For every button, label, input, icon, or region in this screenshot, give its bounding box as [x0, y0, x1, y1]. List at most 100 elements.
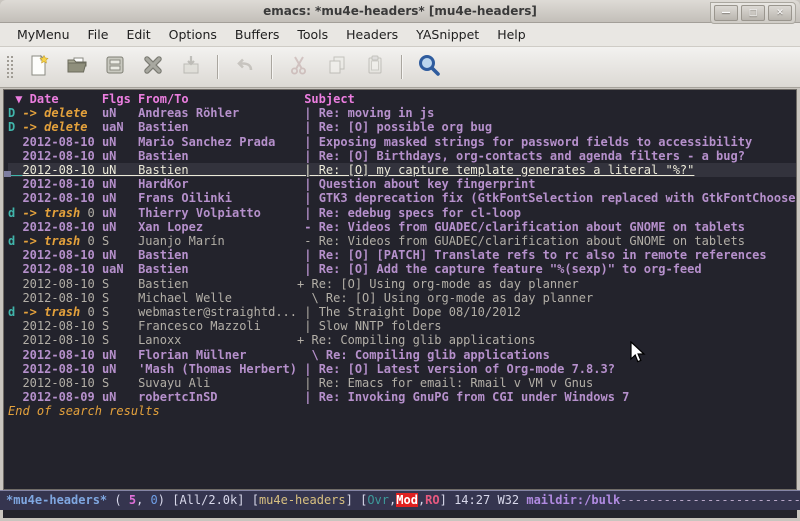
message-row[interactable]: 2012-08-10 S Suvayu Ali | Re: Emacs for … [8, 376, 796, 390]
col-subj: Re: [O] Using org-mode as day planner [311, 277, 578, 291]
col-sep: \ [297, 291, 326, 305]
col-date: 2012-08-10 [22, 177, 101, 191]
paste-clipboard-icon [363, 53, 387, 81]
col-flags: uN [102, 191, 138, 205]
echo-area[interactable] [0, 510, 800, 518]
message-row[interactable]: D -> delete uaN Bastien | Re: [O] possib… [8, 120, 796, 134]
new-file-button[interactable] [22, 52, 56, 82]
col-date: 2012-08-10 [22, 376, 101, 390]
search-button[interactable] [412, 52, 446, 82]
modeline-segment: 5 [129, 493, 136, 507]
col-mark [8, 248, 22, 262]
message-row[interactable]: 2012-08-10 S Michael Welle \ Re: [O] Usi… [8, 291, 796, 305]
modeline-segment: ] [440, 493, 454, 507]
col-date: 2012-08-10 [22, 220, 101, 234]
col-sep: | [297, 248, 319, 262]
cut-scissors-icon [287, 53, 311, 81]
emacs-window: emacs: *mu4e-headers* [mu4e-headers] — □… [0, 0, 800, 521]
col-flags: uN [102, 206, 138, 220]
modeline-segment: ) [158, 493, 172, 507]
col-mtarget: -> delete [22, 120, 101, 134]
message-row[interactable]: 2012-08-10 S Bastien + Re: [O] Using org… [8, 277, 796, 291]
col-subj: Re: Compiling glib applications [311, 333, 535, 347]
message-row[interactable]: 2012-08-10 uN Bastien | Re: [O] Birthday… [8, 149, 796, 163]
col-subj: Re: edebug specs for cl-loop [319, 206, 521, 220]
col-mark [8, 177, 22, 191]
menu-yasnippet[interactable]: YASnippet [407, 24, 488, 45]
col-from: 'Mash (Thomas Herbert) [138, 362, 297, 376]
col-mark [8, 191, 22, 205]
undo-button[interactable] [228, 52, 262, 82]
col-from: Thierry Volpiatto [138, 206, 297, 220]
menu-options[interactable]: Options [160, 24, 226, 45]
message-row[interactable]: 2012-08-09 uN robertcInSD | Re: Invoking… [8, 390, 796, 404]
col-mark [8, 362, 22, 376]
minimize-button[interactable]: — [714, 5, 738, 21]
mu4e-headers-buffer[interactable]: ▼ Date Flgs From/To Subject D -> delete … [3, 89, 797, 490]
open-folder-button[interactable] [60, 52, 94, 82]
cut-button[interactable] [282, 52, 316, 82]
menu-headers[interactable]: Headers [337, 24, 407, 45]
toolbar-grip[interactable] [6, 55, 14, 79]
fringe-indicator [4, 171, 11, 177]
message-row[interactable]: 2012-08-10 uN HardKor | Question about k… [8, 177, 796, 191]
modeline-segment: ---------------------------------------- [620, 493, 800, 507]
window-title: emacs: *mu4e-headers* [mu4e-headers] [263, 4, 537, 18]
save-as-button[interactable] [174, 52, 208, 82]
message-row[interactable]: 2012-08-10 S Lanoxx + Re: Compiling glib… [8, 333, 796, 347]
message-row[interactable]: 2012-08-10 uaN Bastien | Re: [O] Add the… [8, 262, 796, 276]
message-row[interactable]: d -> trash 0 S webmaster@straightd... | … [8, 305, 796, 319]
col-date: 2012-08-10 [22, 277, 101, 291]
col-subj: Re: [O] [PATCH] Translate refs to rc als… [319, 248, 767, 262]
delete-button[interactable] [136, 52, 170, 82]
col-sep: \ [297, 348, 326, 362]
message-row[interactable]: 2012-08-10 uN Bastien | Re: [O] my captu… [8, 163, 796, 177]
menu-tools[interactable]: Tools [288, 24, 337, 45]
message-row[interactable]: 2012-08-10 uN 'Mash (Thomas Herbert) | R… [8, 362, 796, 376]
col-subj: Re: Videos from GUADEC/clarification abo… [319, 220, 745, 234]
message-row[interactable]: 2012-08-10 S Francesco Mazzoli | Slow NN… [8, 319, 796, 333]
modeline-segment: maildir:/bulk [526, 493, 620, 507]
col-date: 2012-08-10 [22, 191, 101, 205]
col-mtarget: -> trash [22, 234, 87, 248]
maximize-button[interactable]: □ [741, 5, 765, 21]
menu-file[interactable]: File [79, 24, 118, 45]
mouse-cursor [630, 341, 646, 369]
menu-help[interactable]: Help [488, 24, 535, 45]
col-subj: Slow NNTP folders [319, 319, 442, 333]
message-row[interactable]: d -> trash 0 S Juanjo Marín - Re: Videos… [8, 234, 796, 248]
col-sep: | [297, 305, 319, 319]
col-flags: S [102, 291, 138, 305]
menu-mymenu[interactable]: MyMenu [8, 24, 79, 45]
copy-button[interactable] [320, 52, 354, 82]
col-from: Juanjo Marín [138, 234, 297, 248]
headers-column-titles: ▼ Date Flgs From/To Subject [8, 92, 796, 106]
message-row[interactable]: 2012-08-10 uN Mario Sanchez Prada | Expo… [8, 135, 796, 149]
col-date: 2012-08-10 [22, 319, 101, 333]
col-mark [8, 277, 22, 291]
col-subj: Re: Invoking GnuPG from CGI under Window… [319, 390, 630, 404]
delete-x-icon [141, 53, 165, 81]
message-row[interactable]: D -> delete uN Andreas Röhler | Re: movi… [8, 106, 796, 120]
message-row[interactable]: 2012-08-10 uN Xan Lopez - Re: Videos fro… [8, 220, 796, 234]
close-button[interactable]: ✕ [768, 5, 792, 21]
modeline-segment: 14:27 [454, 493, 497, 507]
message-row[interactable]: 2012-08-10 uN Bastien | Re: [O] [PATCH] … [8, 248, 796, 262]
modeline-segment: *mu4e-headers* [6, 493, 107, 507]
col-mark [8, 319, 22, 333]
message-row[interactable]: d -> trash 0 uN Thierry Volpiatto | Re: … [8, 206, 796, 220]
menu-edit[interactable]: Edit [117, 24, 159, 45]
message-row[interactable]: 2012-08-10 uN Frans Oilinki | GTK3 depre… [8, 191, 796, 205]
paste-button[interactable] [358, 52, 392, 82]
col-d2: 0 [87, 305, 101, 319]
title-bar[interactable]: emacs: *mu4e-headers* [mu4e-headers] — □… [0, 0, 800, 23]
save-icon [103, 53, 127, 81]
save-button[interactable] [98, 52, 132, 82]
message-row[interactable]: 2012-08-10 uN Florian Müllner \ Re: Comp… [8, 348, 796, 362]
col-flags: uN [102, 220, 138, 234]
col-from: Bastien [138, 149, 297, 163]
menu-buffers[interactable]: Buffers [226, 24, 288, 45]
col-mark: D [8, 120, 22, 134]
col-mark [8, 135, 22, 149]
toolbar-separator [217, 55, 219, 79]
